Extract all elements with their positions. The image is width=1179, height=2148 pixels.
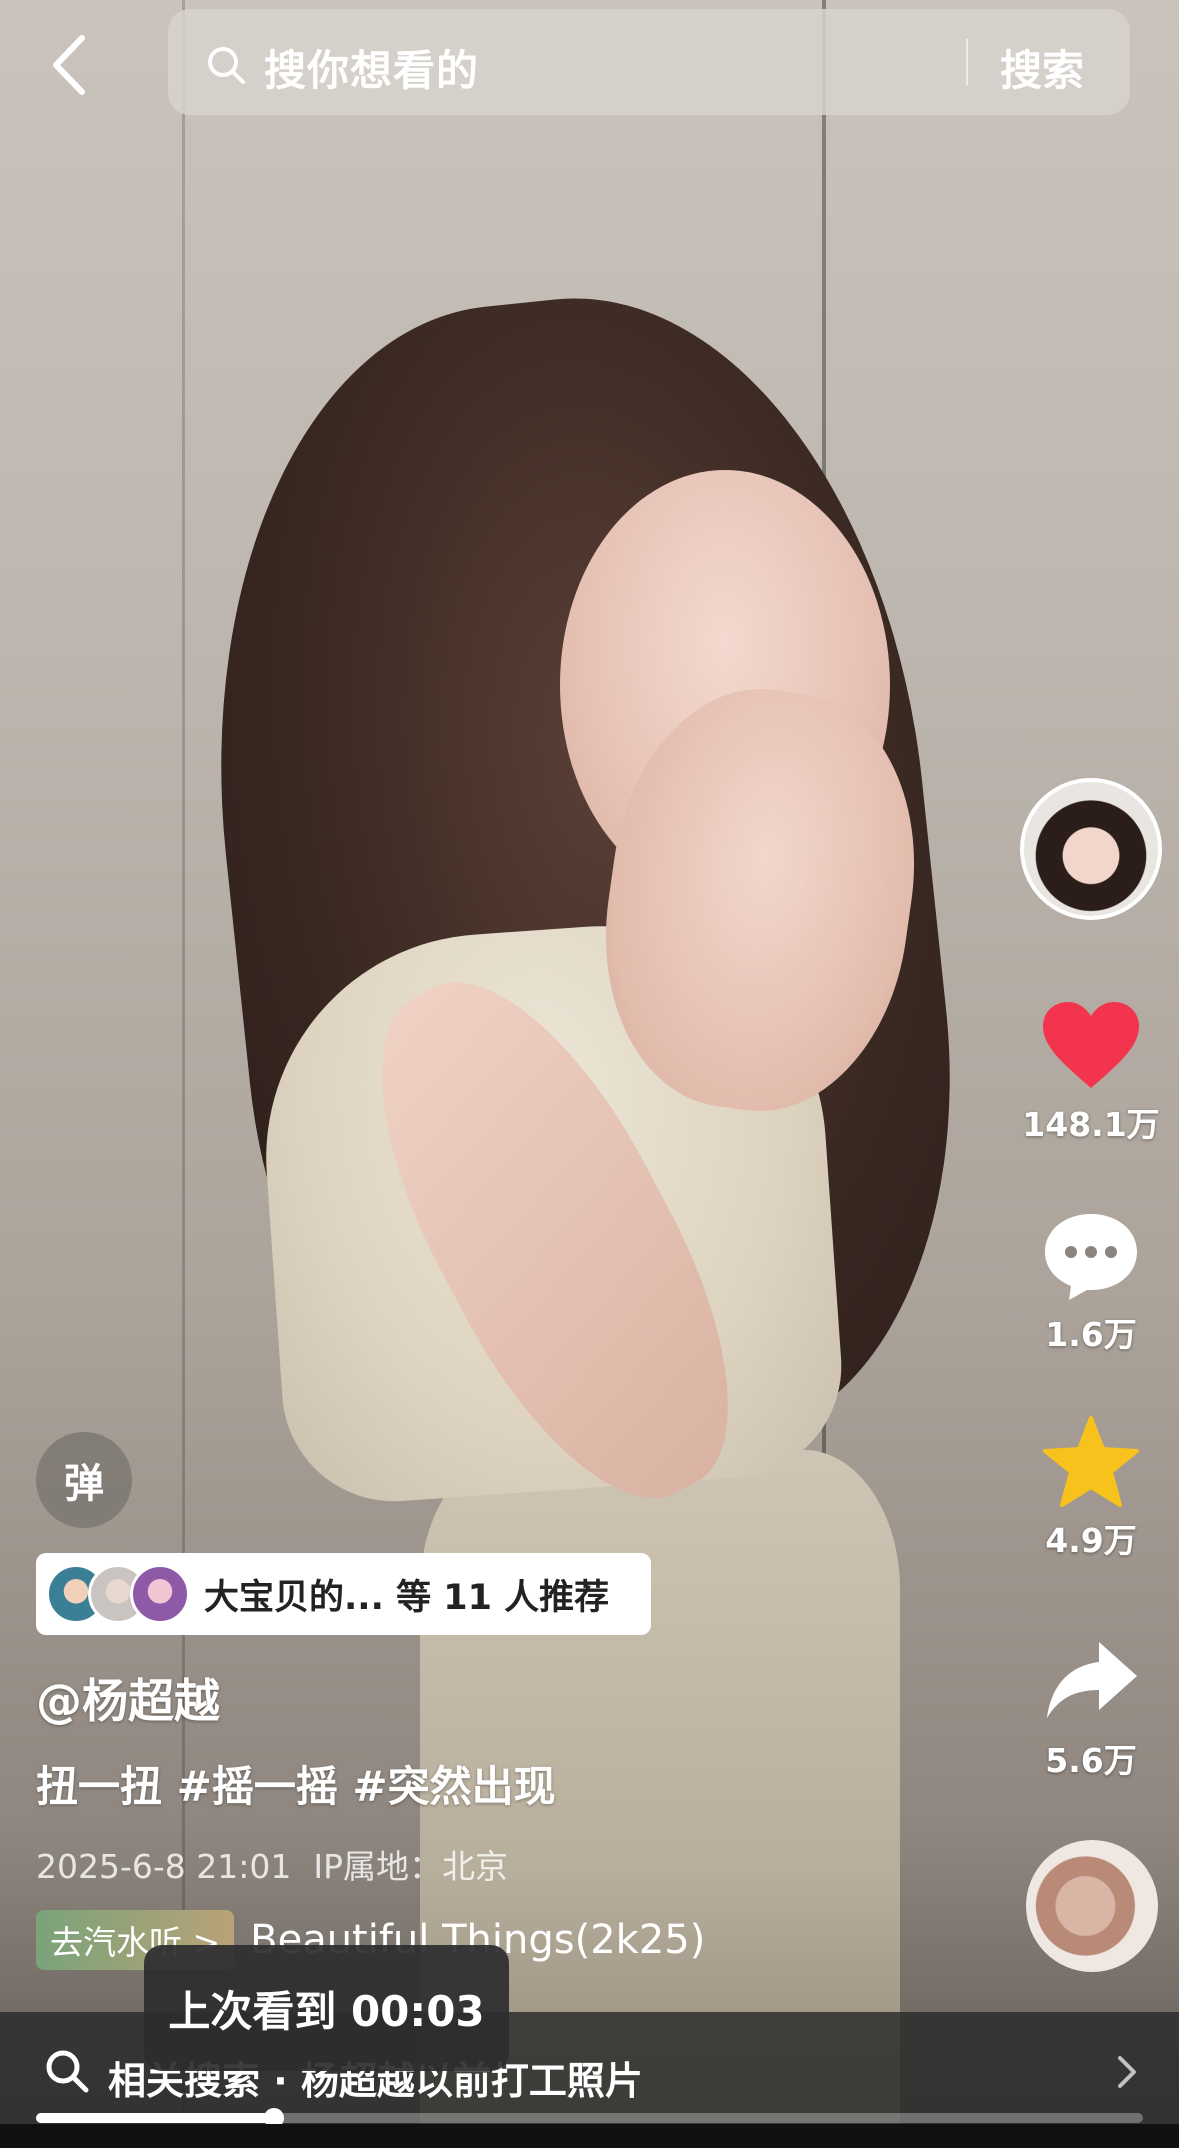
post-meta: 2025-6-8 21:01 IP属地：北京 <box>36 1840 508 1888</box>
search-bar[interactable]: 搜你想看的 搜索 <box>168 9 1130 115</box>
recommend-text: 大宝贝的... 等 11 人推荐 <box>204 1577 610 1618</box>
avatar <box>130 1564 190 1624</box>
recommender-avatars <box>46 1561 196 1627</box>
star-icon <box>1043 1416 1139 1507</box>
comment-button[interactable]: 1.6万 <box>1020 1210 1162 1356</box>
share-button[interactable]: 5.6万 <box>1020 1636 1162 1782</box>
bottom-strip <box>0 2124 1179 2148</box>
resume-toast: 上次看到 00:03 <box>144 1945 509 2071</box>
favorite-count: 4.9万 <box>1045 1521 1137 1560</box>
chevron-left-icon <box>53 35 85 95</box>
share-count: 5.6万 <box>1045 1741 1137 1780</box>
author-avatar[interactable] <box>1020 778 1162 920</box>
comment-icon <box>1045 1214 1137 1300</box>
search-divider <box>966 39 968 85</box>
recommend-chip[interactable]: 大宝贝的... 等 11 人推荐 <box>36 1553 651 1635</box>
search-icon <box>46 2050 89 2093</box>
like-button[interactable]: 148.1万 <box>1020 1000 1162 1146</box>
author-name[interactable]: @杨超越 <box>36 1665 220 1731</box>
search-icon <box>208 47 245 84</box>
music-disc[interactable] <box>1026 1840 1158 1972</box>
post-date: 2025-6-8 21:01 <box>36 1847 292 1886</box>
post-description[interactable]: 扭一扭 #摇一摇 #突然出现 <box>36 1753 556 1814</box>
video-frame[interactable] <box>0 0 1179 2148</box>
heart-icon <box>1043 1002 1139 1088</box>
back-button[interactable] <box>46 30 96 100</box>
progress-bar[interactable] <box>36 2108 1143 2128</box>
ip-location: IP属地：北京 <box>313 1847 509 1886</box>
comment-count: 1.6万 <box>1045 1315 1137 1354</box>
share-arrow-icon <box>1047 1642 1137 1718</box>
favorite-button[interactable]: 4.9万 <box>1020 1416 1162 1562</box>
chevron-right-icon <box>1118 2056 1136 2088</box>
danmaku-button[interactable]: 弹 <box>36 1432 132 1528</box>
search-input[interactable]: 搜你想看的 <box>264 37 479 98</box>
progress-fill <box>36 2113 274 2123</box>
search-button[interactable]: 搜索 <box>1000 37 1084 98</box>
like-count: 148.1万 <box>1022 1105 1160 1144</box>
